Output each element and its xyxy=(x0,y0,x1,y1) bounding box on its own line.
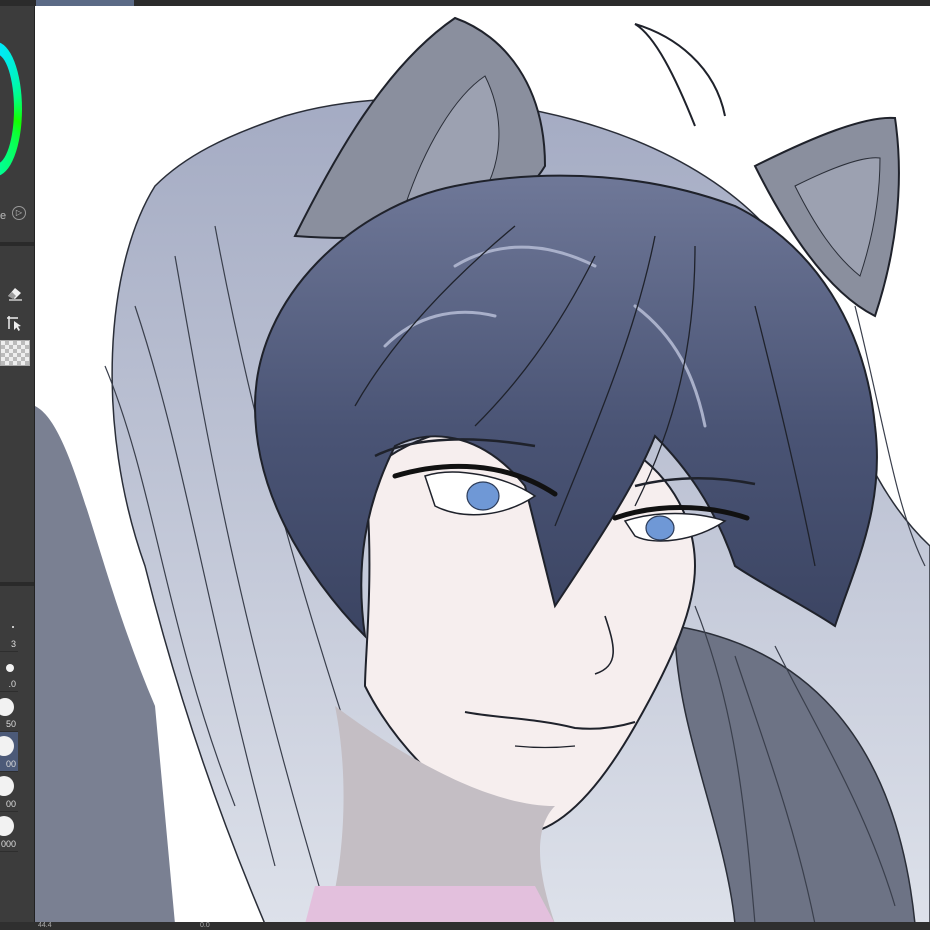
brush-size-item[interactable]: 00 xyxy=(0,772,18,812)
brush-size-item[interactable]: 3 xyxy=(0,612,18,652)
shirt xyxy=(305,886,555,924)
brush-size-label: 50 xyxy=(5,719,16,729)
eraser-icon[interactable] xyxy=(4,282,26,304)
panel-divider xyxy=(0,582,34,586)
transparent-color-swatch[interactable] xyxy=(0,340,30,366)
brush-size-item-selected[interactable]: 00 xyxy=(0,732,18,772)
brush-preview-dot xyxy=(12,626,14,628)
drawing-canvas[interactable] xyxy=(35,6,930,924)
color-wheel-mode-label: e xyxy=(0,210,7,222)
brush-preview-dot xyxy=(0,698,14,716)
brush-size-item[interactable]: 50 xyxy=(0,692,18,732)
brush-size-item[interactable]: 000 xyxy=(0,812,18,852)
brush-preview-dot xyxy=(0,776,14,796)
brush-preview-dot xyxy=(0,816,14,836)
brush-preview-dot xyxy=(0,736,14,756)
brush-size-label: 00 xyxy=(5,759,16,769)
zoom-readout: 44.4 xyxy=(38,922,52,929)
hair-bangs xyxy=(253,174,878,639)
transform-select-icon[interactable] xyxy=(4,312,26,334)
status-bar: 44.4 0.0 xyxy=(0,922,930,930)
brush-size-label: 3 xyxy=(10,639,16,649)
left-iris xyxy=(466,481,500,511)
panel-divider xyxy=(0,242,34,246)
brush-preview-dot xyxy=(6,664,14,672)
rotation-readout: 0.0 xyxy=(200,922,210,929)
brush-size-item[interactable]: .0 xyxy=(0,652,18,692)
brush-size-list: 3 .0 50 00 00 000 xyxy=(0,612,20,852)
color-wheel[interactable] xyxy=(0,42,22,176)
artwork-illustration xyxy=(35,16,930,924)
brush-size-label: .0 xyxy=(8,679,16,689)
brush-size-label: 00 xyxy=(5,799,16,809)
right-iris xyxy=(645,515,675,541)
brush-size-label: 000 xyxy=(0,839,16,849)
ahoge xyxy=(634,23,726,127)
left-panel: e ▷ 3 .0 50 00 00 000 xyxy=(0,6,35,924)
play-icon[interactable]: ▷ xyxy=(12,206,26,220)
